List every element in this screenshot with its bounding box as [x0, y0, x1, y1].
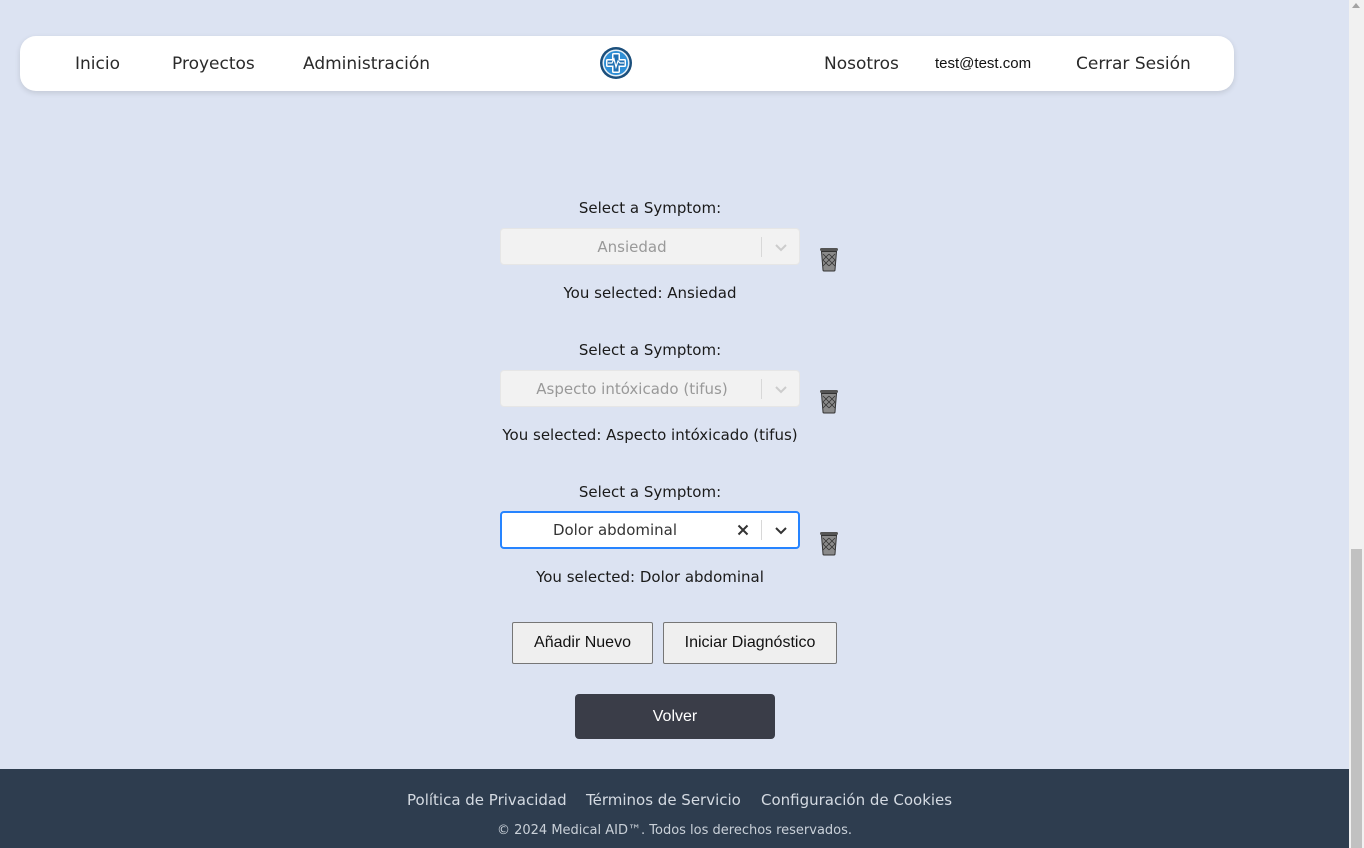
nav-link-administracion[interactable]: Administración: [303, 53, 430, 75]
symptom-label-1: Select a Symptom:: [578, 199, 722, 217]
symptom-label-2: Select a Symptom:: [578, 341, 722, 359]
footer-link-cookies[interactable]: Configuración de Cookies: [761, 791, 952, 809]
select-separator: [761, 520, 762, 540]
medical-cross-logo-icon[interactable]: [599, 46, 633, 80]
symptom-select-value-2: Aspecto intóxicado (tifus): [536, 379, 728, 398]
close-icon[interactable]: [735, 522, 751, 538]
nav-link-nosotros[interactable]: Nosotros: [824, 53, 899, 75]
symptom-select-1: Ansiedad: [500, 228, 800, 265]
chevron-down-icon: [775, 386, 787, 394]
add-new-button[interactable]: Añadir Nuevo: [512, 622, 653, 664]
symptom-label-3: Select a Symptom:: [578, 483, 722, 501]
scroll-up-arrow-icon[interactable]: [1352, 3, 1360, 8]
chevron-down-icon: [775, 244, 787, 252]
start-diagnosis-button[interactable]: Iniciar Diagnóstico: [663, 622, 837, 664]
footer-copyright: © 2024 Medical AID™. Todos los derechos …: [496, 823, 853, 838]
logout-link[interactable]: Cerrar Sesión: [1076, 53, 1191, 75]
symptom-select-2: Aspecto intóxicado (tifus): [500, 370, 800, 407]
page: Inicio Proyectos Administración Nosotros…: [0, 0, 1364, 848]
trash-icon[interactable]: [818, 388, 840, 414]
nav-link-proyectos[interactable]: Proyectos: [172, 53, 255, 75]
symptom-select-value-3[interactable]: Dolor abdominal: [502, 513, 728, 547]
symptom-select-value-1: Ansiedad: [597, 237, 667, 256]
selected-symptom-text-3: You selected: Dolor abdominal: [536, 568, 764, 586]
scrollbar-thumb[interactable]: [1351, 549, 1362, 848]
nav-link-inicio[interactable]: Inicio: [75, 53, 120, 75]
trash-icon[interactable]: [818, 246, 840, 272]
chevron-down-icon[interactable]: [773, 522, 789, 538]
select-separator: [761, 379, 762, 399]
selected-symptom-text-2: You selected: Aspecto intóxicado (tifus): [502, 426, 798, 444]
page-scrollbar[interactable]: [1349, 0, 1364, 848]
symptom-select-3[interactable]: Dolor abdominal: [500, 511, 800, 549]
selected-symptom-text-1: You selected: Ansiedad: [563, 284, 737, 302]
back-button[interactable]: Volver: [575, 694, 775, 739]
trash-icon[interactable]: [818, 530, 840, 556]
select-separator: [761, 237, 762, 257]
footer-link-terms[interactable]: Términos de Servicio: [586, 791, 741, 809]
navbar: Inicio Proyectos Administración Nosotros…: [20, 36, 1234, 91]
footer-link-privacy[interactable]: Política de Privacidad: [407, 791, 567, 809]
footer: Política de Privacidad Términos de Servi…: [0, 769, 1349, 848]
user-email: test@test.com: [935, 55, 1032, 72]
